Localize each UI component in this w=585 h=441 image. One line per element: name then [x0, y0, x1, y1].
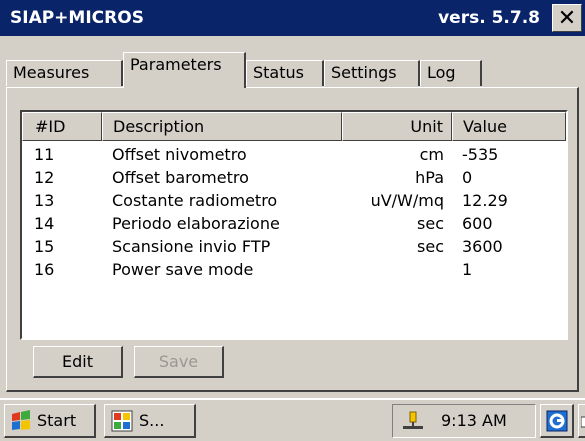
app-window-icon: [111, 410, 133, 432]
tab-measures[interactable]: Measures: [6, 60, 123, 86]
table-row[interactable]: 16 Power save mode 1: [22, 260, 566, 283]
row-description: Costante radiometro: [112, 191, 278, 210]
tab-label: Status: [253, 63, 304, 82]
windows-flag-icon: [9, 409, 33, 433]
row-id: 15: [34, 237, 55, 256]
row-id: 13: [34, 191, 55, 210]
row-unit: hPa: [415, 168, 444, 187]
row-value: 0: [462, 168, 473, 187]
tray-app-icon: [545, 409, 569, 433]
row-unit: sec: [417, 214, 444, 233]
start-button[interactable]: Start: [4, 404, 96, 438]
clock[interactable]: 9:13 AM: [441, 411, 507, 430]
row-description: Offset nivometro: [112, 145, 247, 164]
close-button[interactable]: ✕: [552, 4, 582, 32]
tab-log[interactable]: Log: [420, 60, 482, 86]
table-row[interactable]: 14 Periodo elaborazione sec 600: [22, 214, 566, 237]
keyboard-icon: [580, 411, 585, 431]
row-value: 3600: [462, 237, 503, 256]
tray-app-button[interactable]: [540, 404, 574, 438]
row-id: 16: [34, 260, 55, 279]
keyboard-button[interactable]: [578, 404, 585, 438]
row-value: 600: [462, 214, 493, 233]
tab-label: Measures: [13, 63, 90, 82]
row-id: 11: [34, 145, 55, 164]
tab-settings[interactable]: Settings: [324, 60, 420, 86]
column-header-id[interactable]: #ID: [22, 112, 102, 141]
edit-button[interactable]: Edit: [33, 346, 123, 378]
row-value: 1: [462, 260, 473, 279]
row-id: 12: [34, 168, 55, 187]
title-bar: SIAP+MICROS vers. 5.7.8 ✕: [0, 0, 585, 36]
table-row[interactable]: 11 Offset nivometro cm -535: [22, 145, 566, 168]
row-unit: cm: [419, 145, 444, 164]
taskbar: Start S... 9:13 AM: [0, 398, 585, 441]
tab-label: Settings: [331, 63, 397, 82]
row-value: 12.29: [462, 191, 508, 210]
start-label: Start: [37, 411, 77, 430]
close-icon: ✕: [557, 6, 577, 31]
system-tray: 9:13 AM: [392, 404, 536, 438]
row-unit: uV/W/mq: [370, 191, 444, 210]
taskbar-app-button[interactable]: S...: [104, 404, 196, 438]
tab-parameters[interactable]: Parameters: [123, 52, 246, 88]
window-title: SIAP+MICROS: [10, 8, 144, 28]
row-description: Periodo elaborazione: [112, 214, 280, 233]
row-unit: sec: [417, 237, 444, 256]
table-row[interactable]: 13 Costante radiometro uV/W/mq 12.29: [22, 191, 566, 214]
version-label: vers. 5.7.8: [438, 8, 540, 28]
row-value: -535: [462, 145, 499, 164]
parameters-list[interactable]: #ID Description Unit Value 11 Offset niv…: [20, 110, 568, 340]
column-header-description[interactable]: Description: [102, 112, 342, 141]
network-icon[interactable]: [401, 410, 425, 432]
tab-label: Parameters: [130, 55, 222, 74]
save-button[interactable]: Save: [134, 346, 224, 378]
column-header-value[interactable]: Value: [452, 112, 566, 141]
row-id: 14: [34, 214, 55, 233]
row-description: Power save mode: [112, 260, 254, 279]
tab-status[interactable]: Status: [246, 60, 324, 86]
column-header-unit[interactable]: Unit: [342, 112, 452, 141]
row-description: Scansione invio FTP: [112, 237, 271, 256]
row-description: Offset barometro: [112, 168, 249, 187]
tab-label: Log: [427, 63, 456, 82]
table-row[interactable]: 12 Offset barometro hPa 0: [22, 168, 566, 191]
taskbar-app-label: S...: [139, 411, 165, 430]
table-row[interactable]: 15 Scansione invio FTP sec 3600: [22, 237, 566, 260]
